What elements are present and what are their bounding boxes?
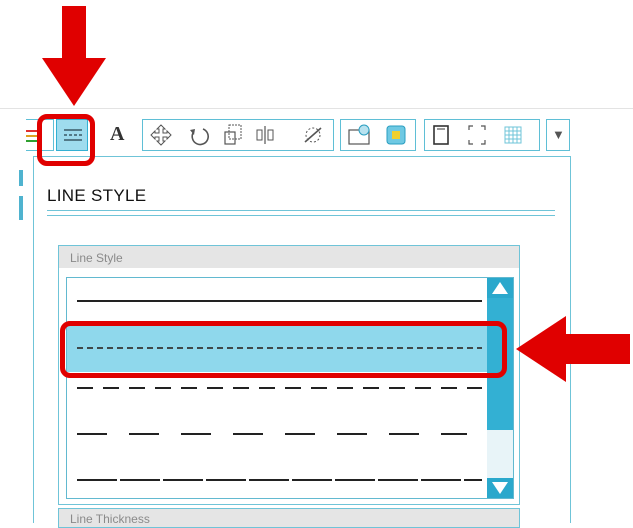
annotation-layer [42, 6, 630, 382]
highlight-box [60, 321, 507, 378]
highlight-box [37, 114, 95, 166]
arrow-down-annotation [42, 6, 106, 106]
arrow-left-annotation [516, 316, 630, 382]
